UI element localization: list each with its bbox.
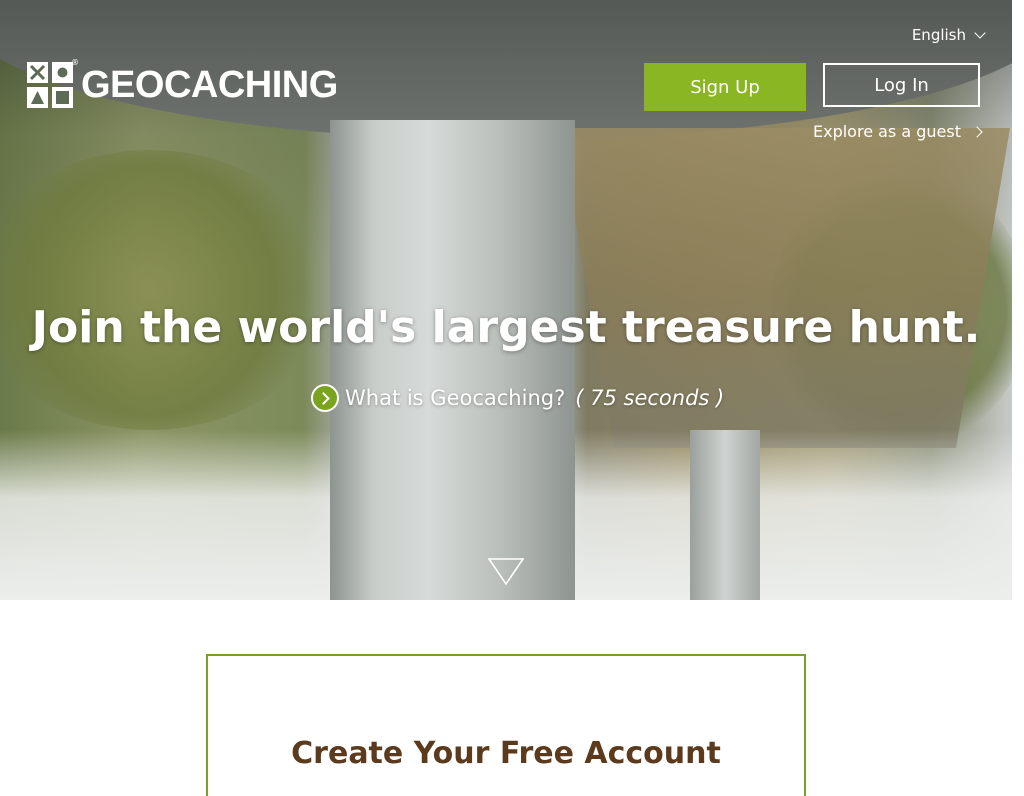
chevron-down-icon	[974, 27, 986, 39]
explore-as-guest-label: Explore as a guest	[813, 122, 961, 141]
sign-up-button[interactable]: Sign Up	[644, 63, 806, 111]
scroll-down-icon[interactable]	[487, 558, 525, 590]
geocaching-logo[interactable]: ® GEOCACHING	[27, 58, 338, 108]
play-icon	[311, 384, 339, 412]
hero-headline: Join the world's largest treasure hunt.	[31, 302, 981, 353]
explore-as-guest-link[interactable]: Explore as a guest	[813, 122, 983, 141]
hero-photo-pole	[330, 120, 575, 600]
what-is-geocaching-video-link[interactable]: What is Geocaching? ( 75 seconds )	[311, 384, 724, 412]
video-link-label: What is Geocaching?	[345, 386, 566, 410]
create-account-title: Create Your Free Account	[291, 736, 721, 771]
hero-photo-pole	[690, 430, 760, 600]
language-selector[interactable]: English	[911, 26, 986, 44]
hero-photo-foliage	[0, 150, 330, 430]
log-in-button[interactable]: Log In	[823, 63, 980, 107]
create-account-panel: Create Your Free Account	[206, 654, 806, 796]
language-label: English	[911, 26, 966, 44]
logo-text: GEOCACHING	[81, 63, 338, 106]
video-duration: ( 75 seconds )	[575, 386, 725, 410]
chevron-right-icon	[971, 125, 983, 138]
logo-mark-icon: ®	[27, 58, 79, 108]
